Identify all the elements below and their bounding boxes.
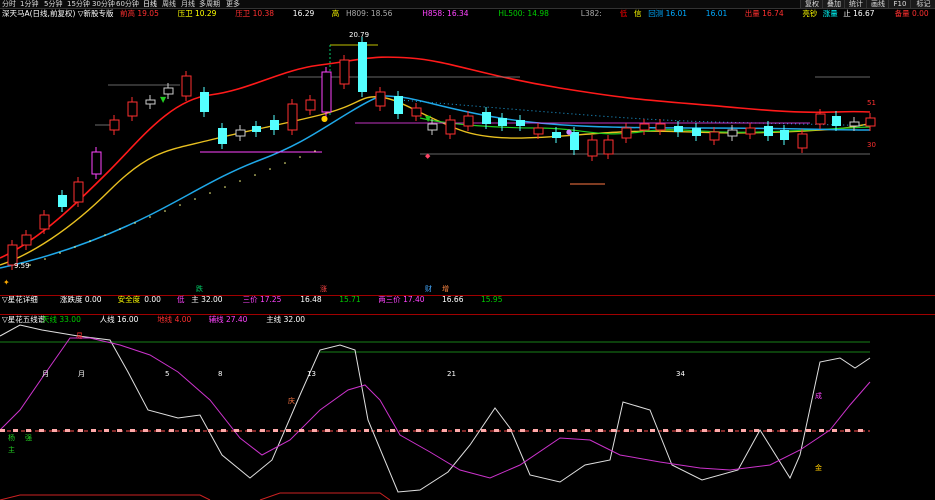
- candle: [745, 127, 756, 135]
- ma-blue-line: [0, 95, 871, 269]
- signal-label: 财: [425, 284, 432, 293]
- candle: [727, 129, 738, 137]
- candle: [780, 130, 789, 140]
- candle: [252, 126, 261, 132]
- candle: [516, 120, 525, 126]
- candle: [498, 118, 507, 126]
- candle: [109, 119, 120, 131]
- candle: [91, 151, 102, 175]
- candle: [163, 87, 174, 95]
- candle: [358, 42, 367, 92]
- candle: [445, 119, 456, 135]
- candle: [339, 59, 350, 85]
- candle: [321, 71, 332, 113]
- candle: [692, 128, 701, 136]
- candle: [832, 116, 841, 126]
- high-price-label: 20.79: [349, 31, 369, 39]
- candle: [305, 99, 316, 111]
- down-triangle-icon: ▼: [425, 114, 432, 123]
- candle: [533, 127, 544, 135]
- candle: [145, 99, 156, 105]
- diamond-icon: ◆: [425, 152, 431, 160]
- candlestick-chart[interactable]: 20.79 9.59 51 30 跌 涨 财 增 ✦ ▼ ▼ ● ◆ ●: [0, 0, 935, 500]
- candle: [865, 117, 876, 127]
- sun-icon: ●: [321, 114, 328, 123]
- candle: [655, 123, 666, 131]
- candle: [709, 131, 720, 141]
- right-axis-bottom: 30: [867, 141, 876, 149]
- ma-yellow-line: [0, 96, 871, 266]
- down-triangle-icon: ▼: [160, 95, 167, 104]
- candle: [764, 126, 773, 136]
- candle: [552, 132, 561, 138]
- star-icon: ●: [566, 128, 572, 136]
- candle: [797, 133, 808, 149]
- candle: [235, 129, 246, 137]
- signal-label: 跌: [196, 284, 203, 293]
- candle: [73, 181, 84, 203]
- right-axis-top: 51: [867, 99, 876, 107]
- candle: [815, 113, 826, 125]
- candle: [621, 127, 632, 139]
- candle: [218, 128, 227, 144]
- signal-label: 涨: [320, 284, 327, 293]
- candle: [200, 92, 209, 112]
- signal-label: 增: [442, 284, 449, 293]
- candle: [287, 103, 298, 131]
- ma-red-line: [0, 56, 871, 259]
- candle: [411, 107, 422, 117]
- candle: [482, 112, 491, 124]
- candle: [127, 101, 138, 117]
- candle: [21, 234, 32, 246]
- butterfly-icon: ✦: [3, 278, 10, 287]
- candle: [394, 96, 403, 114]
- candle: [587, 139, 598, 157]
- candle: [674, 126, 683, 132]
- low-price-label: 9.59: [14, 262, 30, 270]
- candle: [58, 195, 67, 207]
- candle: [181, 75, 192, 97]
- candle: [427, 123, 438, 131]
- candle: [463, 115, 474, 127]
- candle: [639, 123, 650, 131]
- candle: [270, 120, 279, 130]
- candle: [603, 139, 614, 155]
- candle: [375, 91, 386, 107]
- candle: [39, 214, 50, 230]
- candle: [849, 121, 860, 127]
